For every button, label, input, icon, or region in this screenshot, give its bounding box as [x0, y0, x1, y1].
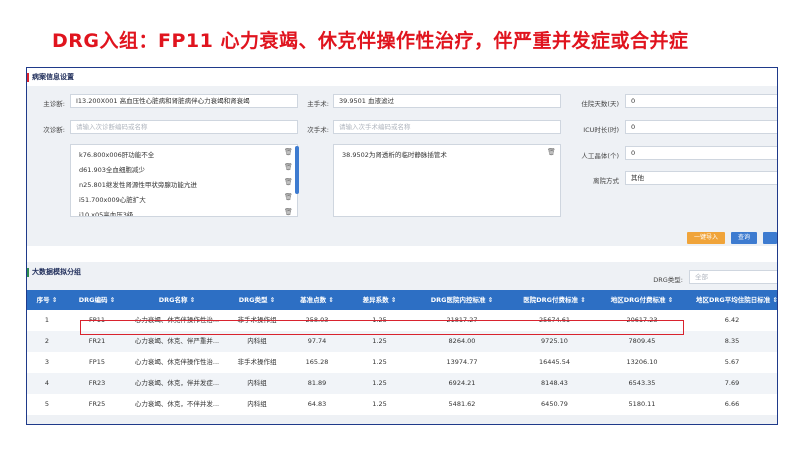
table-cell: 8148.43 [541, 379, 568, 387]
section-marker [27, 267, 29, 277]
col-header[interactable]: 基准点数 ⇕ [287, 290, 347, 310]
grouping-panel: 大数据模拟分组 DRG类型: 全部 序号 ⇕ DRG编码 ⇕ DRG名称 ⇕ D… [27, 262, 777, 424]
section-title-grouping: 大数据模拟分组 [32, 268, 81, 276]
trash-icon[interactable]: 🗑 [284, 208, 293, 216]
table-cell: 内科组 [247, 379, 267, 387]
table-cell: 3 [44, 358, 50, 366]
table-cell: 心力衰竭、休克，不伴并发... [134, 400, 220, 408]
table-cell: 16445.54 [538, 358, 570, 366]
table-cell: 5.67 [724, 358, 740, 366]
highlight-box [80, 320, 684, 335]
implant-input[interactable]: 0 [625, 146, 777, 160]
query-button[interactable]: 查询 [731, 232, 757, 244]
table-cell: FR23 [88, 379, 106, 387]
discharge-label: 离院方式 [593, 177, 619, 185]
list-item[interactable]: i51.700x009心脏扩大 [79, 194, 146, 204]
secondary-operation-label: 次手术: [307, 126, 329, 134]
secondary-operation-list: 38.9502为肾透析的临时静脉插管术 🗑 [333, 144, 561, 217]
table-row[interactable]: 4 FR23 心力衰竭、休克，伴并发症... 内科组 81.89 1.25 6924.21 8… [27, 373, 777, 394]
slide-title: DRG入组：FP11 心力衰竭、休克伴操作性治疗，伴严重并发症或合并症 [52, 30, 689, 52]
trash-icon[interactable]: 🗑 [284, 178, 293, 186]
table-cell: FR25 [88, 400, 106, 408]
table-cell: 6450.79 [541, 400, 568, 408]
discharge-select[interactable]: 其他 [625, 171, 777, 185]
col-header[interactable]: DRG类型 ⇕ [227, 290, 287, 310]
table-cell: 6543.35 [628, 379, 656, 387]
main-operation-label: 主手术: [307, 100, 329, 108]
implant-label: 人工晶体(个) [581, 152, 619, 160]
table-cell: 81.89 [307, 379, 327, 387]
section-header-grouping: 大数据模拟分组 [27, 263, 81, 281]
secondary-diagnosis-list: k76.800x006肝功能不全 🗑 d61.903全血细胞减少 🗑 n25.8… [70, 144, 298, 217]
list-item[interactable]: i10.x05高血压3级 [79, 209, 133, 216]
trash-icon[interactable]: 🗑 [284, 148, 293, 156]
more-button[interactable] [763, 232, 777, 244]
list-item[interactable]: d61.903全血细胞减少 [79, 164, 145, 174]
drg-type-select[interactable]: 全部 [689, 270, 777, 284]
table-row[interactable]: 5 FR25 心力衰竭、休克，不伴并发... 内科组 64.83 1.25 5481.62 6… [27, 394, 777, 415]
col-header[interactable]: 差异系数 ⇕ [347, 290, 412, 310]
list-item[interactable]: k76.800x006肝功能不全 [79, 149, 154, 159]
col-header[interactable]: 地区DRG付费标准 ⇕ [597, 290, 687, 310]
secondary-operation-input[interactable]: 请输入次手术编码或名称 [333, 120, 561, 134]
table-cell: 13206.10 [626, 358, 658, 366]
case-info-panel: 主诊断: I13.200X001 高血压性心脏病和肾脏病伴心力衰竭和肾衰竭 次诊… [27, 86, 777, 246]
table-cell: 13974.77 [446, 358, 478, 366]
col-header[interactable]: DRG医院内控标准 ⇕ [412, 290, 512, 310]
table-cell: 5 [44, 400, 50, 408]
app-frame: 病案信息设置 主诊断: I13.200X001 高血压性心脏病和肾脏病伴心力衰竭… [26, 67, 778, 425]
section-marker [27, 72, 29, 82]
icu-label: ICU时长(时) [583, 126, 619, 134]
section-header-case: 病案信息设置 [27, 68, 74, 86]
list-scrollbar[interactable] [295, 146, 299, 194]
table-row[interactable]: 3 FP15 心力衰竭、休克伴操作性治... 非手术操作组 165.28 1.25 1397… [27, 352, 777, 373]
main-diagnosis-input[interactable]: I13.200X001 高血压性心脏病和肾脏病伴心力衰竭和肾衰竭 [70, 94, 298, 108]
icu-input[interactable]: 0 [625, 120, 777, 134]
table-cell: 2 [44, 337, 50, 345]
table-cell: 5481.62 [448, 400, 476, 408]
los-input[interactable]: 0 [625, 94, 777, 108]
table-cell: 4 [44, 379, 50, 387]
col-header[interactable]: 序号 ⇕ [27, 290, 67, 310]
import-button[interactable]: 一键导入 [687, 232, 725, 244]
col-header[interactable]: 地区DRG平均住院日标准 ⇕ [687, 290, 777, 310]
table-cell: 5180.11 [628, 400, 656, 408]
secondary-diagnosis-label: 次诊断: [43, 126, 65, 134]
table-cell: 非手术操作组 [237, 358, 277, 366]
table-header: 序号 ⇕ DRG编码 ⇕ DRG名称 ⇕ DRG类型 ⇕ 基准点数 ⇕ 差异系数… [27, 290, 777, 310]
col-header[interactable]: 医院DRG付费标准 ⇕ [512, 290, 597, 310]
main-diagnosis-label: 主诊断: [43, 100, 65, 108]
table-cell: FP15 [89, 358, 105, 366]
secondary-diagnosis-input[interactable]: 请输入次诊断编码或名称 [70, 120, 298, 134]
table-cell: 7.69 [724, 379, 740, 387]
trash-icon[interactable]: 🗑 [284, 193, 293, 201]
table-cell: 心力衰竭、休克，伴并发症... [134, 379, 220, 387]
section-title-case: 病案信息设置 [32, 73, 74, 81]
table-cell: 6.66 [724, 400, 740, 408]
table-cell: 64.83 [307, 400, 327, 408]
drg-type-label: DRG类型: [653, 276, 683, 284]
main-operation-input[interactable]: 39.9501 血液滤过 [333, 94, 561, 108]
col-header[interactable]: DRG编码 ⇕ [67, 290, 127, 310]
table-cell: 1.25 [372, 400, 387, 408]
table-cell: 6.42 [724, 316, 740, 324]
table-cell: 165.28 [305, 358, 329, 366]
table-cell: 1.25 [372, 379, 387, 387]
col-header[interactable]: DRG名称 ⇕ [127, 290, 227, 310]
table-cell: 1.25 [372, 358, 387, 366]
table-cell: 内科组 [247, 400, 267, 408]
table-cell: 8.35 [724, 337, 740, 345]
trash-icon[interactable]: 🗑 [547, 148, 556, 156]
table-cell: 6924.21 [448, 379, 476, 387]
los-label: 住院天数(天) [581, 100, 619, 108]
list-item[interactable]: 38.9502为肾透析的临时静脉插管术 [342, 149, 447, 159]
table-cell: 心力衰竭、休克伴操作性治... [134, 358, 220, 366]
list-item[interactable]: n25.801继发性肾源性甲状旁腺功能亢进 [79, 179, 197, 189]
table-cell: 1 [44, 316, 50, 324]
trash-icon[interactable]: 🗑 [284, 163, 293, 171]
